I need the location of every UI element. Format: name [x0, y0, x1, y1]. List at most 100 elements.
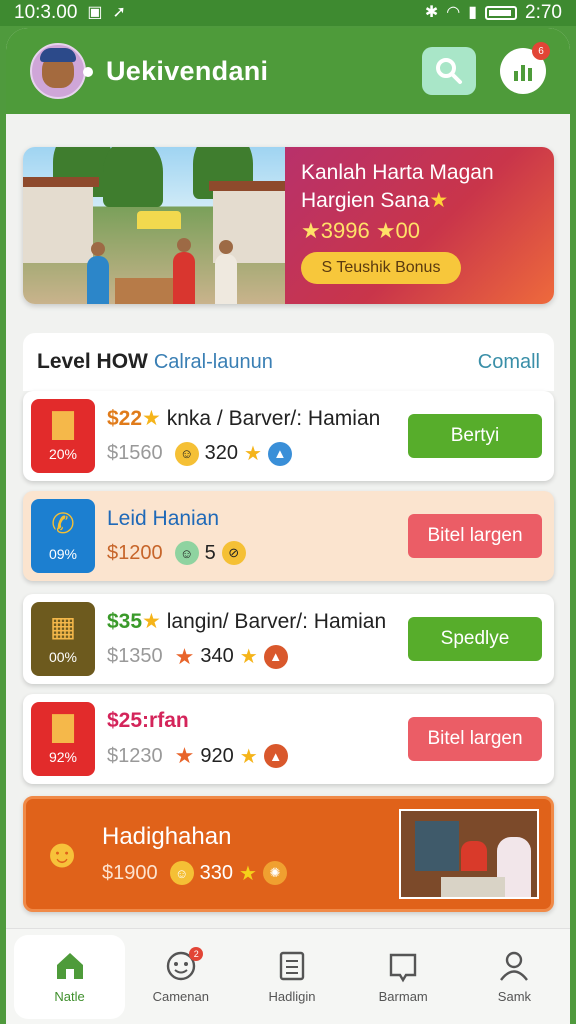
profile-icon — [500, 951, 529, 981]
nav-home[interactable]: Natle — [14, 934, 126, 1019]
wifi-icon: ◠ — [446, 4, 461, 21]
offer-card[interactable]: ▇ 92% $25:rfan $1230 ★ 920 ★ ▲ Bitel lar… — [23, 694, 554, 784]
level-section-header: Level HOW Calral-launun Comall — [23, 333, 554, 391]
offer-percent: 09% — [48, 546, 78, 562]
offer-old-price: $1900 — [102, 861, 158, 884]
village-photo — [23, 147, 285, 304]
gift-box-icon: ▦ — [49, 611, 77, 642]
offer-title: knka / Barver/: Hamian — [166, 407, 381, 430]
bucket-icon: ▇ — [52, 711, 74, 742]
promo-banner[interactable]: Kanlah Harta Magan Hargien Sana★ ★3996 ★… — [23, 147, 554, 304]
house-icon — [23, 183, 93, 263]
person-icon — [215, 240, 237, 304]
star-icon: ★ — [375, 217, 396, 243]
search-button[interactable] — [422, 47, 476, 95]
nav-chat[interactable]: 2 Camenan — [125, 935, 236, 1019]
banner-amount: 3996 — [320, 217, 370, 243]
avatar-face-icon — [40, 48, 76, 88]
person-icon — [461, 841, 487, 871]
shop-photo — [399, 809, 539, 899]
star-icon: ★ — [429, 189, 449, 213]
offer-percent: 92% — [48, 749, 78, 765]
star-icon: ★ — [301, 217, 321, 243]
offer-card[interactable]: ▦ 00% $35★ langin/ Barver/: Hamian $1350… — [23, 594, 554, 684]
nav-list[interactable]: Hadligin — [236, 935, 347, 1019]
star-icon: ★ — [239, 646, 258, 668]
coin-icon: ⊘ — [221, 541, 246, 565]
offer-card[interactable]: ✆ 09% Leid Hanian $1200 ☺ 5 ⊘ Bitel larg… — [23, 491, 554, 581]
app-header: Uekivendani 6 — [6, 28, 570, 114]
offer-buy-button[interactable]: Bitel largen — [408, 717, 542, 761]
smiley-icon: ☺ — [174, 441, 199, 466]
star-icon: ★ — [174, 643, 195, 669]
offer-icon-tile: ▦ 00% — [31, 602, 95, 676]
see-all-link[interactable]: Comall — [478, 351, 540, 374]
banner-promo-panel: Kanlah Harta Magan Hargien Sana★ ★3996 ★… — [285, 147, 554, 304]
star-icon: ★ — [142, 407, 161, 430]
star-icon: ★ — [142, 609, 161, 633]
nav-label: Barmam — [378, 989, 428, 1004]
offer-percent: 00% — [48, 649, 78, 665]
banner-title-line2: Hargien Sana — [301, 189, 430, 213]
status-right-time: 2:70 — [525, 2, 562, 23]
banner-amount-suffix: 00 — [395, 217, 421, 243]
offer-card[interactable]: ▇ 20% $22★ knka / Barver/: Hamian $1560 … — [23, 391, 554, 481]
nav-label: Samk — [497, 989, 532, 1004]
phone-icon: ✆ — [51, 508, 75, 539]
offer-icon-tile: ☻ — [34, 817, 90, 891]
offer-count: 5 — [204, 541, 216, 564]
offer-icon-tile: ✆ 09% — [31, 499, 95, 573]
offer-buy-button[interactable]: Bertyi — [408, 414, 542, 458]
online-status-icon — [83, 67, 93, 77]
bucket-icon: ▇ — [52, 408, 74, 439]
bottom-nav: Natle 2 Camenan Hadligin Barmam Samk — [6, 928, 570, 1024]
offer-buy-button[interactable]: Spedlye — [408, 617, 542, 661]
offer-icon-tile: ▇ 20% — [31, 399, 95, 473]
star-icon: ★ — [244, 443, 262, 465]
notification-badge: 6 — [532, 42, 550, 60]
stats-button[interactable]: 6 — [500, 42, 550, 94]
triangle-badge-icon: ▲ — [263, 744, 288, 768]
star-icon: ★ — [174, 743, 195, 768]
offer-count: 340 — [200, 645, 234, 667]
nav-label: Natle — [54, 989, 85, 1004]
app-screen: Uekivendani 6 Kanlah Harta Magan Hargien… — [6, 28, 570, 1024]
offer-price: $25:rfan — [107, 709, 189, 732]
app-title: Uekivendani — [106, 55, 269, 86]
offer-price: $35 — [107, 609, 143, 633]
offer-count: 320 — [204, 442, 238, 464]
search-icon — [436, 58, 462, 84]
nav-bookmark[interactable]: Barmam — [348, 935, 459, 1019]
shelf-icon — [415, 821, 459, 871]
navigation-icon: ➚ — [112, 4, 126, 21]
offer-title: Hadighahan — [102, 822, 232, 850]
nav-badge: 2 — [189, 946, 204, 961]
bar-chart-icon — [514, 65, 532, 81]
battery-icon — [485, 6, 518, 20]
nav-profile[interactable]: Samk — [459, 935, 570, 1019]
offer-price: $22 — [107, 407, 143, 430]
stall-icon — [137, 211, 181, 229]
offer-title: langin/ Barver/: Hamian — [166, 609, 387, 633]
smiley-icon: ☻ — [40, 832, 84, 876]
level-subtitle: Calral-launun — [153, 350, 273, 373]
offer-old-price: $1200 — [107, 541, 163, 564]
person-icon — [87, 242, 109, 304]
offer-title: Leid Hanian — [107, 507, 220, 530]
offer-count: 920 — [200, 744, 234, 767]
offer-old-price: $1560 — [107, 442, 163, 464]
bonus-button[interactable]: S Teushik Bonus — [301, 251, 461, 284]
offer-icon-tile: ▇ 92% — [31, 702, 95, 776]
signal-icon: ▮ — [468, 4, 478, 21]
status-bar: 10:3.00 ▣ ➚ ✱ ◠ ▮ 2:70 — [0, 0, 576, 26]
star-icon: ★ — [239, 745, 258, 768]
offer-buy-button[interactable]: Bitel largen — [408, 514, 542, 558]
featured-offer-card[interactable]: ☻ Hadighahan $1900 ☺ 330 ★ ✺ — [23, 796, 554, 912]
avatar[interactable] — [30, 43, 93, 99]
roof-icon — [23, 177, 99, 187]
notification-icon: ▣ — [87, 4, 103, 21]
offer-count: 330 — [199, 861, 233, 884]
list-icon — [279, 951, 305, 981]
banner-title-line1: Kanlah Harta Magan — [301, 161, 494, 184]
nav-label: Camenan — [152, 989, 209, 1004]
